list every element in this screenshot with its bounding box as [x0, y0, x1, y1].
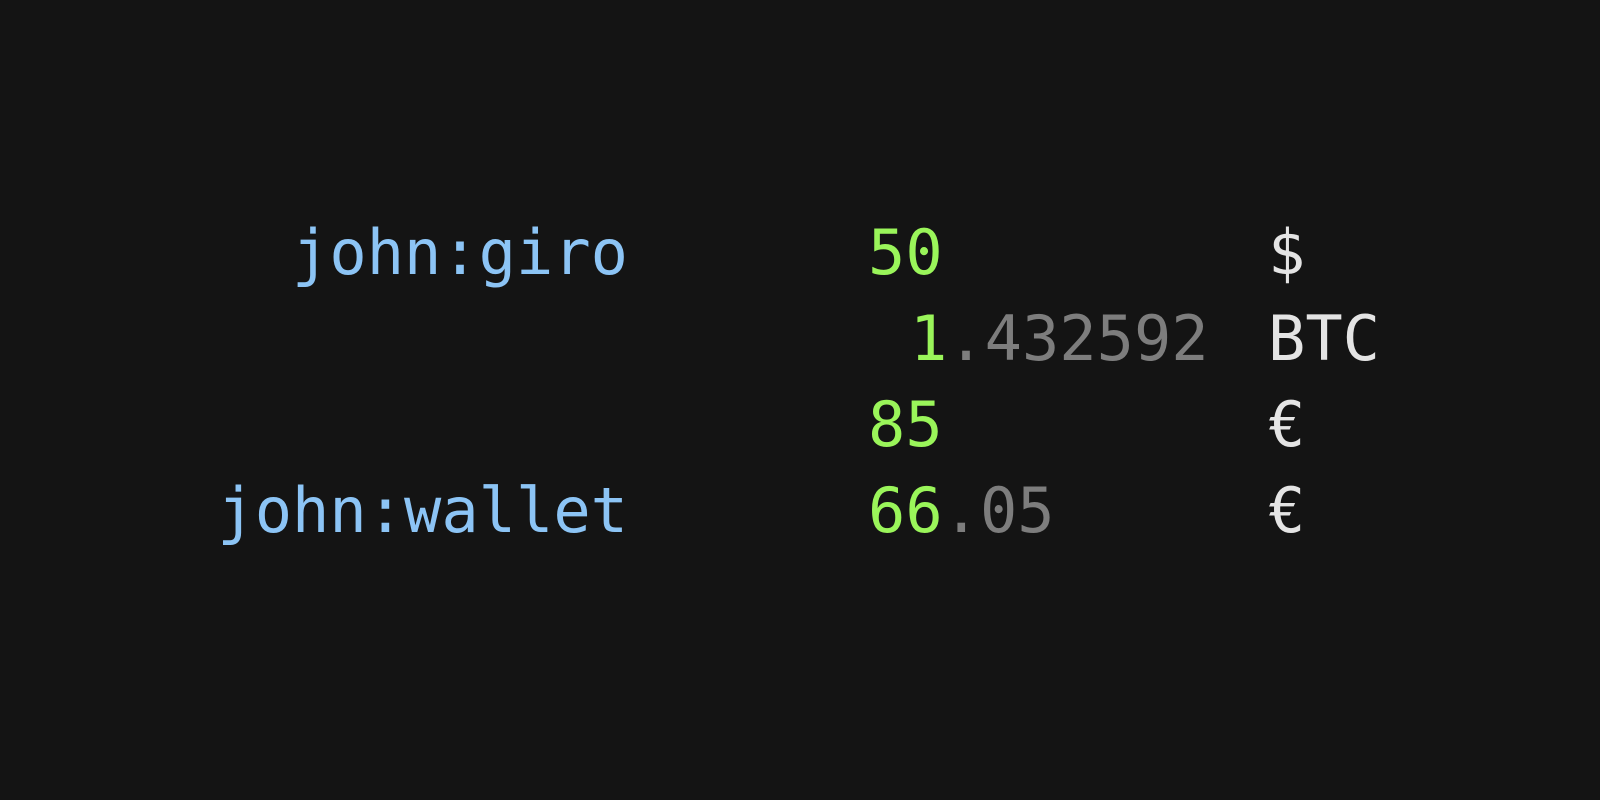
amount: 85 [868, 394, 943, 456]
amount-integer: 50 [868, 216, 943, 289]
commodity-symbol: BTC [1268, 302, 1380, 375]
commodity-symbol: € [1268, 474, 1306, 547]
amount-integer: 66 [868, 474, 943, 547]
amount-fraction: .432592 [947, 302, 1209, 375]
amount-integer: 1 [910, 302, 948, 375]
commodity-symbol: $ [1268, 216, 1306, 289]
amount-fraction: .05 [942, 474, 1055, 547]
amount: 1.432592 [910, 308, 1209, 370]
account-name: john:wallet [217, 474, 628, 547]
account-name: john:giro [292, 216, 628, 289]
commodity-symbol: € [1268, 388, 1306, 461]
amount: 50 [868, 222, 943, 284]
amount-integer: 85 [868, 388, 943, 461]
terminal-window: john:giro 50 $ 1.432592 BTC 85 € john:wa… [0, 0, 1600, 800]
amount: 66.05 [868, 480, 1055, 542]
